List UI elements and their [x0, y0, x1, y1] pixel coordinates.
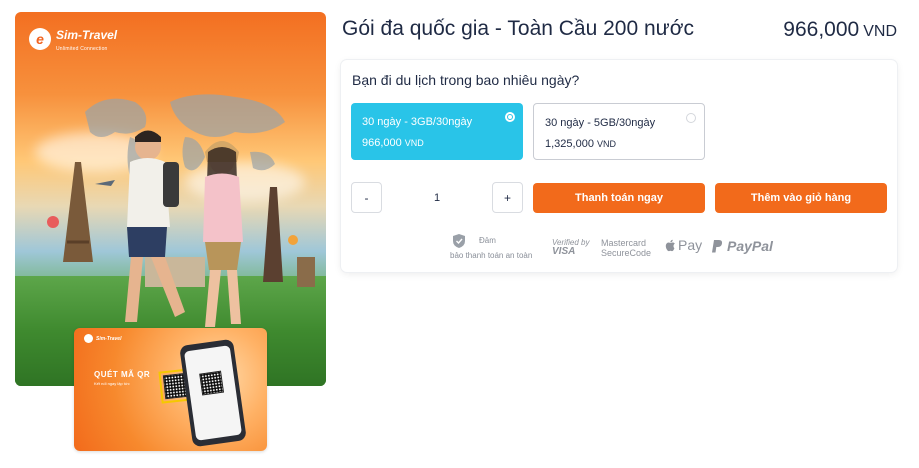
verified-by-visa-logo: Verified by VISA — [552, 238, 590, 257]
sim-travel-logo-icon — [84, 334, 93, 343]
qr-code-icon — [199, 370, 225, 396]
plan-option-name: 30 ngày - 3GB/30ngày — [362, 116, 473, 128]
plan-option-price: 966,000 VND — [362, 137, 424, 149]
apple-icon — [665, 239, 675, 251]
brand-logo: e Sim-Travel Unlimited Connection — [29, 26, 117, 52]
plan-option-3gb[interactable]: 30 ngày - 3GB/30ngày 966,000 VND — [351, 103, 523, 160]
paypal-icon — [712, 239, 723, 252]
sim-travel-logo-icon: e — [29, 28, 51, 50]
quantity-input[interactable]: 1 — [382, 182, 492, 213]
apple-pay-logo: Pay — [665, 237, 702, 253]
product-title: Gói đa quốc gia - Toàn Cầu 200 nước — [342, 17, 694, 40]
shield-icon — [453, 234, 465, 248]
buy-now-button[interactable]: Thanh toán ngay — [533, 183, 705, 213]
mastercard-securecode-logo: Mastercard SecureCode — [601, 238, 652, 258]
duration-question: Bạn đi du lịch trong bao nhiêu ngày? — [352, 72, 580, 88]
plan-option-5gb[interactable]: 30 ngày - 5GB/30ngày 1,325,000 VND — [533, 103, 705, 160]
promo-subtitle: Kết nối ngay lập tức — [94, 381, 130, 386]
phone-graphic — [179, 338, 247, 448]
purchase-card: Bạn đi du lịch trong bao nhiêu ngày? 30 … — [341, 60, 897, 272]
quantity-increase-button[interactable]: + — [492, 182, 523, 213]
radio-selected-icon[interactable] — [505, 112, 515, 122]
radio-unselected-icon[interactable] — [686, 113, 696, 123]
paypal-logo: PayPal — [712, 238, 773, 254]
product-price: 966,000 VND — [783, 18, 897, 42]
add-to-cart-button[interactable]: Thêm vào giỏ hàng — [715, 183, 887, 213]
promo-logo: Sim-Travel — [84, 334, 121, 343]
price-amount: 966,000 — [783, 18, 860, 41]
plan-option-price: 1,325,000 VND — [545, 138, 616, 150]
price-currency: VND — [863, 23, 897, 40]
plan-option-name: 30 ngày - 5GB/30ngày — [545, 117, 656, 129]
quantity-decrease-button[interactable]: - — [351, 182, 382, 213]
qr-promo-thumbnail[interactable]: Sim-Travel QUÉT MÃ QR Kết nối ngay lập t… — [74, 328, 267, 451]
promo-title: QUÉT MÃ QR — [94, 370, 151, 379]
